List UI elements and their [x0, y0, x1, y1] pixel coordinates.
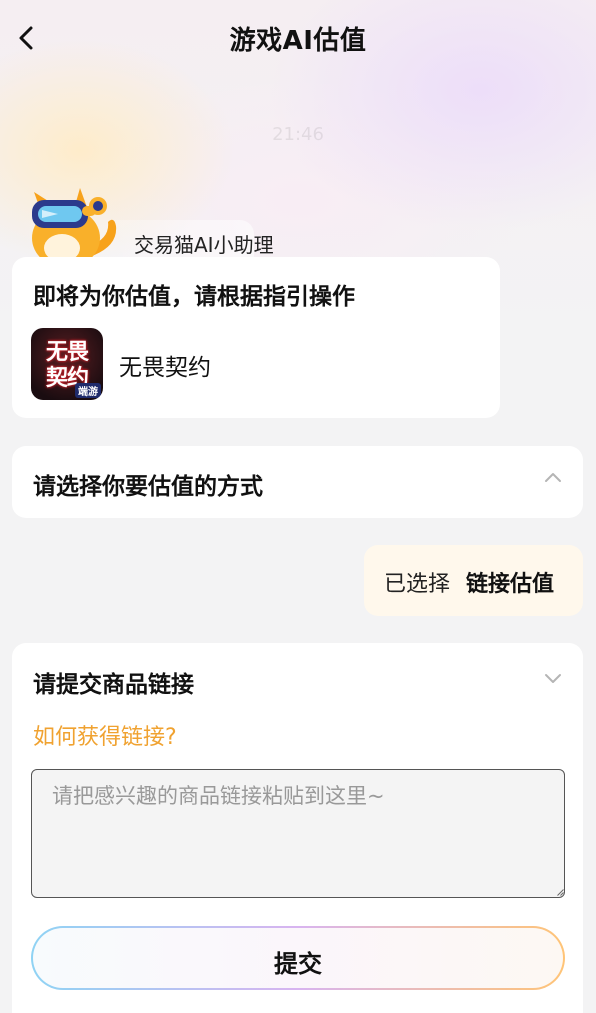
assistant-name: 交易猫AI小助理: [134, 233, 274, 257]
how-to-get-link[interactable]: 如何获得链接?: [33, 719, 177, 751]
page-title: 游戏AI估值: [229, 26, 367, 56]
intro-heading: 即将为你估值，请根据指引操作: [33, 284, 355, 310]
selected-method-prefix: 已选择: [384, 572, 451, 597]
submit-link-title: 请提交商品链接: [33, 672, 194, 698]
selected-method-bubble: 已选择 链接估值: [364, 545, 583, 616]
valuation-method-title: 请选择你要估值的方式: [33, 474, 263, 500]
intro-card: 即将为你估值，请根据指引操作 无畏 契约 端游 无畏契约: [12, 257, 500, 418]
background-time-text: 21:46: [272, 124, 324, 145]
game-name: 无畏契约: [119, 355, 211, 381]
submit-link-card: 请提交商品链接 如何获得链接? 提交: [12, 643, 583, 1013]
chevron-up-icon[interactable]: [543, 468, 563, 488]
app-header: 游戏AI估值: [0, 0, 596, 76]
valuation-method-card[interactable]: 请选择你要估值的方式: [12, 446, 583, 518]
submit-button-label: 提交: [274, 950, 322, 978]
submit-button[interactable]: 提交: [31, 926, 565, 990]
resize-grip-icon[interactable]: [557, 889, 564, 896]
game-app-icon: 无畏 契约 端游: [31, 328, 103, 400]
game-icon-platform-tag: 端游: [75, 383, 101, 398]
chevron-down-icon[interactable]: [543, 668, 563, 688]
selected-method-value: 链接估值: [466, 572, 555, 597]
product-link-input[interactable]: [31, 769, 565, 898]
